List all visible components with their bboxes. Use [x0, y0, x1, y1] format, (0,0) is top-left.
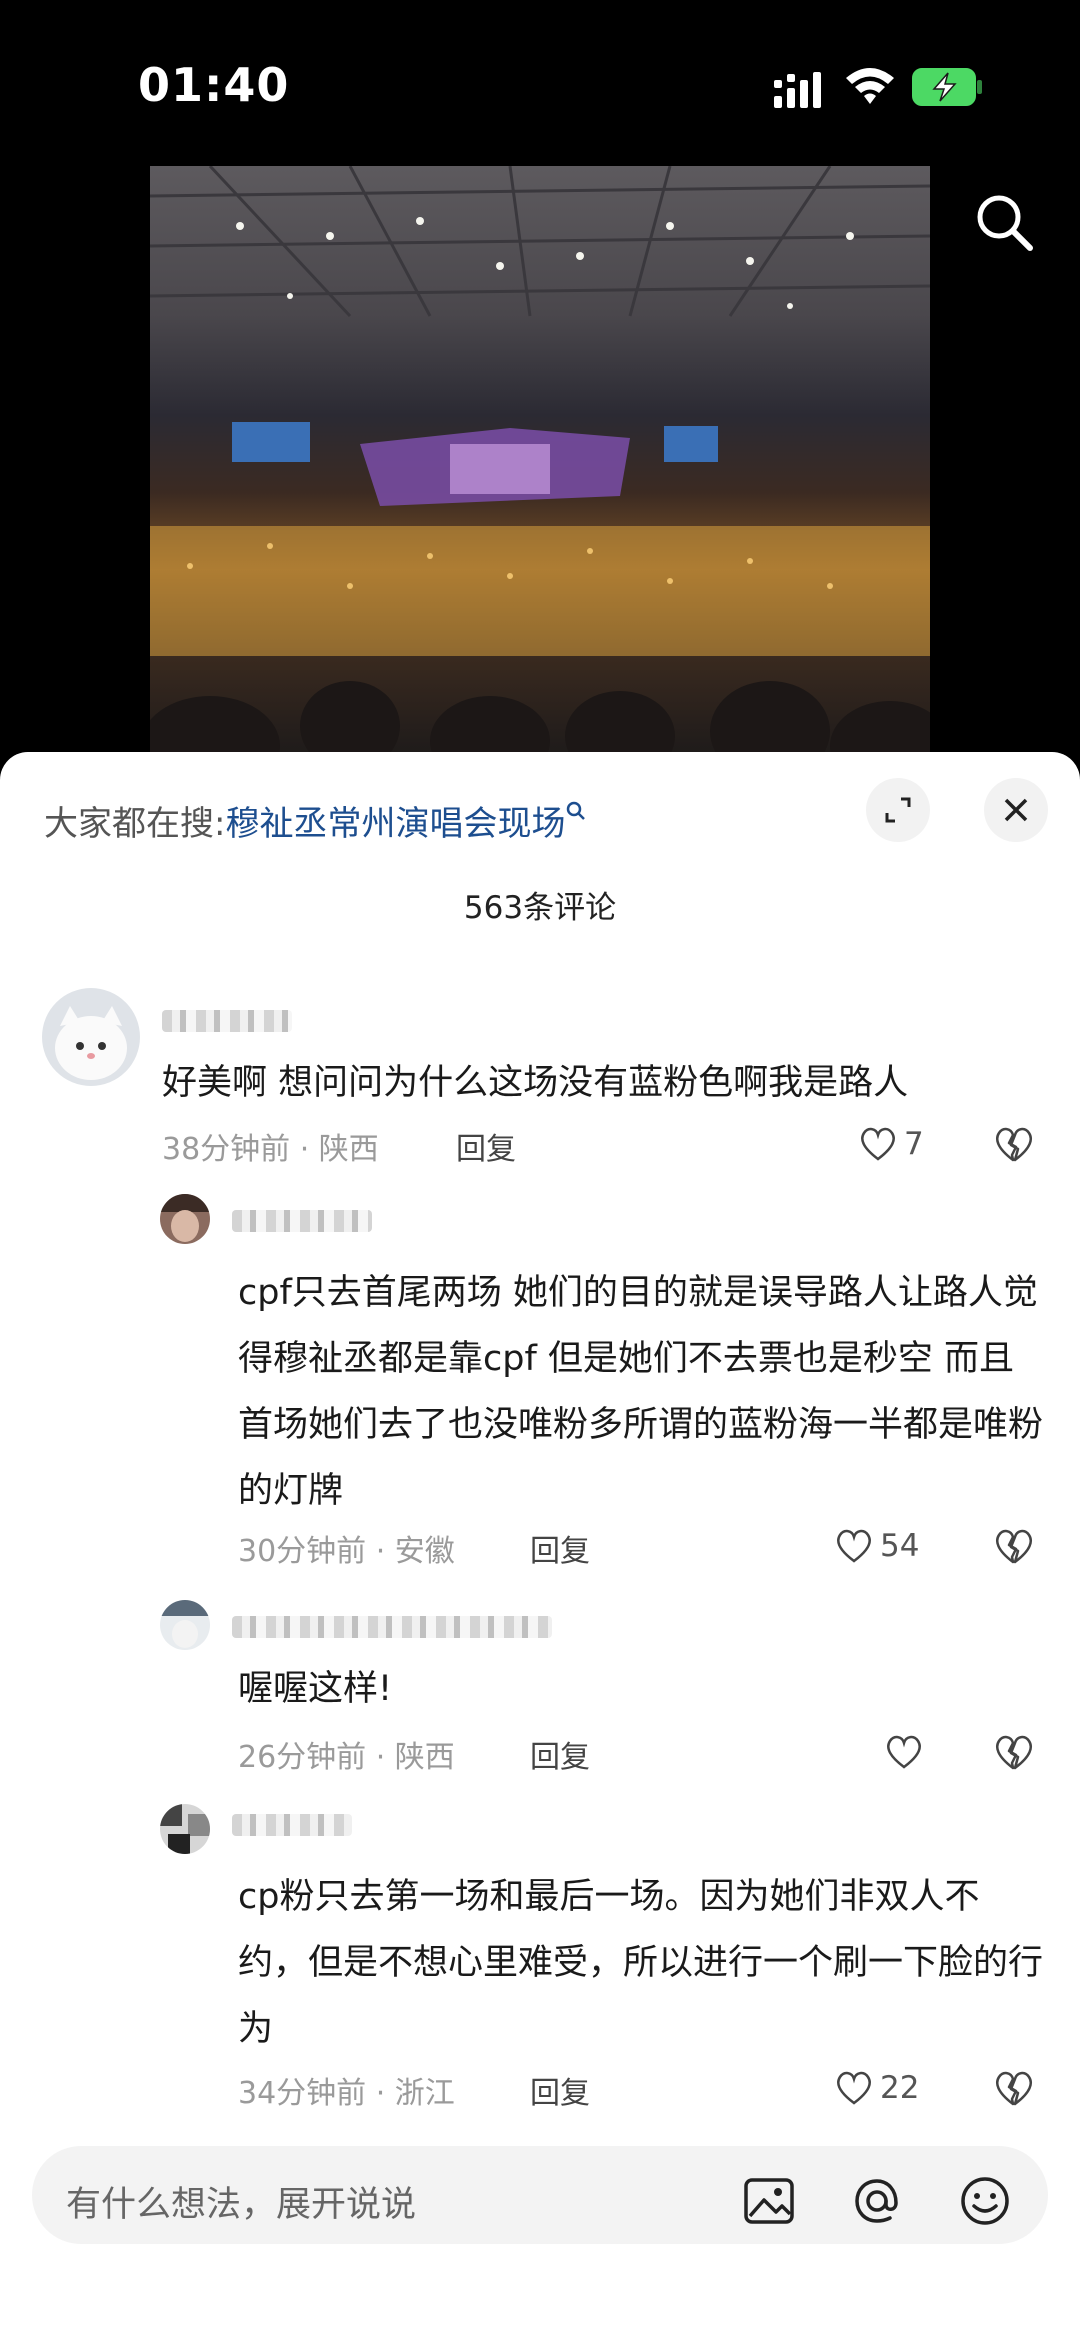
wifi-icon — [846, 68, 894, 104]
reply-button[interactable]: 回复 — [530, 1526, 590, 1570]
comment-text: 喔喔这样! — [238, 1669, 393, 1709]
comment-input-placeholder: 有什么想法，展开说说 — [66, 2185, 417, 2225]
comment-meta: 30分钟前 · 安徽 — [238, 1534, 455, 1569]
broken-heart-icon[interactable] — [992, 1526, 1034, 1566]
comment-text: 好美啊 想问问为什么这场没有蓝粉色啊我是路人 — [162, 1063, 909, 1103]
avatar[interactable] — [160, 1194, 210, 1244]
username-blurred — [162, 1010, 292, 1032]
broken-heart-icon[interactable] — [992, 1124, 1034, 1164]
broken-heart-icon[interactable] — [992, 2068, 1034, 2108]
like-button[interactable]: 7 — [858, 1122, 924, 1166]
username-blurred — [232, 1210, 372, 1232]
video-player[interactable] — [0, 160, 1080, 760]
status-time: 01:40 — [138, 58, 290, 112]
status-bar: 01:40 — [0, 0, 1080, 160]
username-blurred — [232, 1814, 352, 1836]
concert-scene-image — [150, 166, 930, 760]
expand-icon — [885, 797, 911, 823]
image-icon[interactable] — [742, 2174, 796, 2228]
avatar[interactable] — [42, 988, 140, 1086]
avatar[interactable] — [160, 1804, 210, 1854]
comment-sheet: 大家都在搜:穆祉丞常州演唱会现场 563条评论 好美啊 想问问为什么这场没有蓝粉… — [0, 752, 1080, 2132]
heart-icon — [861, 1127, 895, 1161]
comment-count: 563条评论 — [463, 890, 617, 926]
reply-button[interactable]: 回复 — [456, 1124, 516, 1168]
reply-button[interactable]: 回复 — [530, 1732, 590, 1776]
like-count: 54 — [880, 1528, 920, 1564]
like-button[interactable]: 54 — [834, 1524, 919, 1568]
broken-heart-icon[interactable] — [992, 1732, 1034, 1772]
heart-icon — [837, 1529, 871, 1563]
at-icon[interactable] — [850, 2174, 904, 2228]
avatar[interactable] — [160, 1600, 210, 1650]
username-blurred — [232, 1616, 552, 1638]
comment-meta: 26分钟前 · 陕西 — [238, 1740, 455, 1775]
heart-icon — [837, 2071, 871, 2105]
like-button[interactable] — [884, 1730, 924, 1774]
search-small-icon — [567, 801, 586, 820]
like-count: 22 — [880, 2070, 920, 2106]
hot-search-bar[interactable]: 大家都在搜:穆祉丞常州演唱会现场 — [44, 796, 587, 845]
comment-input[interactable]: 有什么想法，展开说说 — [32, 2146, 1048, 2244]
search-icon[interactable] — [972, 190, 1036, 254]
heart-icon — [887, 1735, 921, 1769]
like-button[interactable]: 22 — [834, 2066, 919, 2110]
comment-meta: 38分钟前 · 陕西 — [162, 1132, 379, 1167]
hot-search-keyword[interactable]: 穆祉丞常州演唱会现场 — [225, 804, 565, 844]
reply-button[interactable]: 回复 — [530, 2068, 590, 2112]
like-count: 7 — [904, 1126, 924, 1162]
comment-meta: 34分钟前 · 浙江 — [238, 2076, 455, 2111]
signal-icon — [774, 72, 821, 108]
concert-video-frame[interactable] — [150, 166, 930, 760]
close-icon — [1004, 798, 1028, 822]
expand-button[interactable] — [866, 778, 930, 842]
comment-text: cpf只去首尾两场 她们的目的就是误导路人让路人觉得穆祉丞都是靠cpf 但是她们… — [238, 1273, 1044, 1511]
comment-text: cp粉只去第一场和最后一场。因为她们非双人不约，但是不想心里难受，所以进行一个刷… — [238, 1877, 1044, 2049]
hot-search-prefix: 大家都在搜: — [44, 804, 226, 844]
comment-input-bar: 有什么想法，展开说说 — [0, 2132, 1080, 2348]
close-button[interactable] — [984, 778, 1048, 842]
emoji-icon[interactable] — [958, 2174, 1012, 2228]
battery-charging-icon — [912, 68, 982, 106]
